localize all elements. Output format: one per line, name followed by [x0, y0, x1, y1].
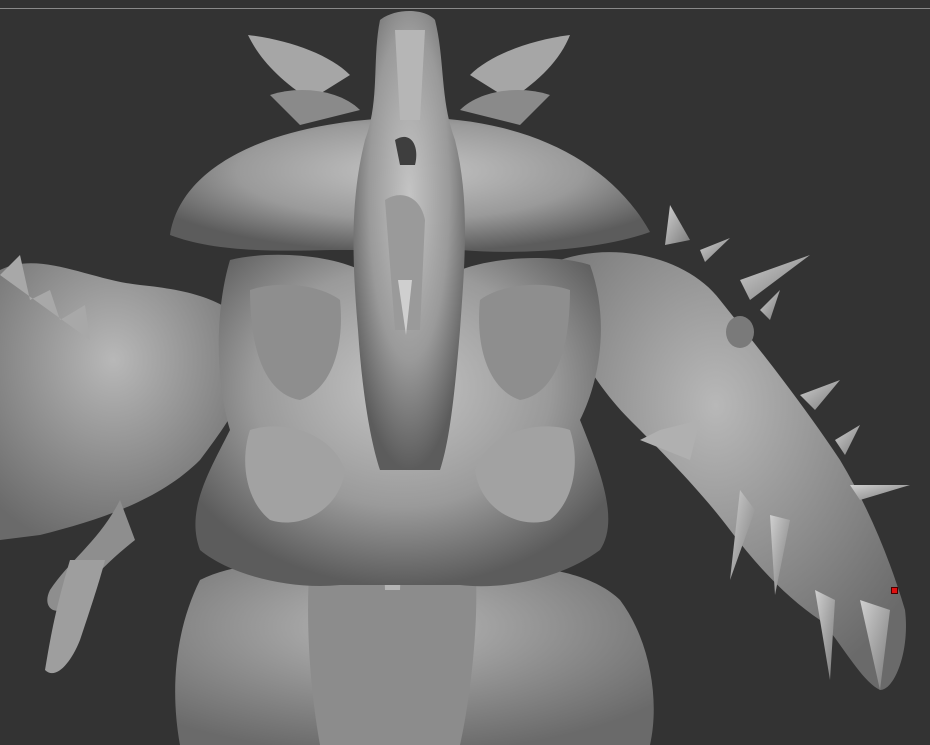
selection-point-icon[interactable]: [891, 587, 898, 594]
3d-viewport[interactable]: [0, 0, 930, 745]
sculpt-model[interactable]: [0, 0, 930, 745]
spine-ridge: [353, 11, 465, 470]
